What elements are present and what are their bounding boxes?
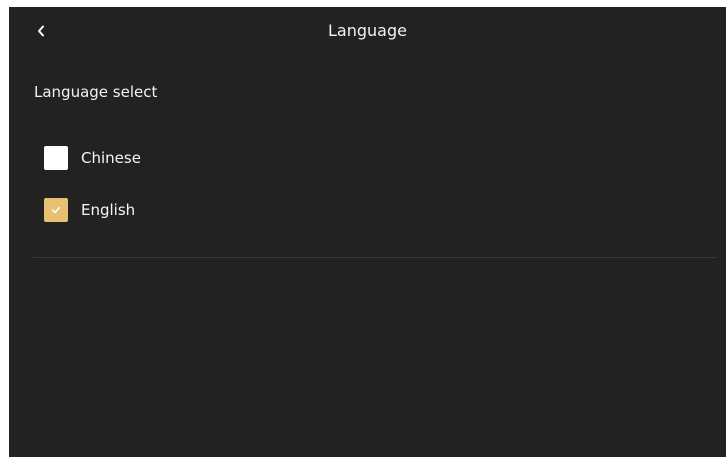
checkbox[interactable] [44, 146, 68, 170]
language-option-english[interactable]: English [44, 198, 135, 222]
language-option-chinese[interactable]: Chinese [44, 146, 141, 170]
option-label: English [81, 201, 136, 219]
divider [33, 257, 716, 258]
checkbox[interactable] [44, 198, 68, 222]
page-title: Language [328, 21, 407, 40]
check-icon [51, 206, 61, 214]
section-label: Language select [34, 83, 158, 101]
option-label: Chinese [81, 149, 141, 167]
language-screen: Language Language select Chinese English [9, 7, 726, 457]
